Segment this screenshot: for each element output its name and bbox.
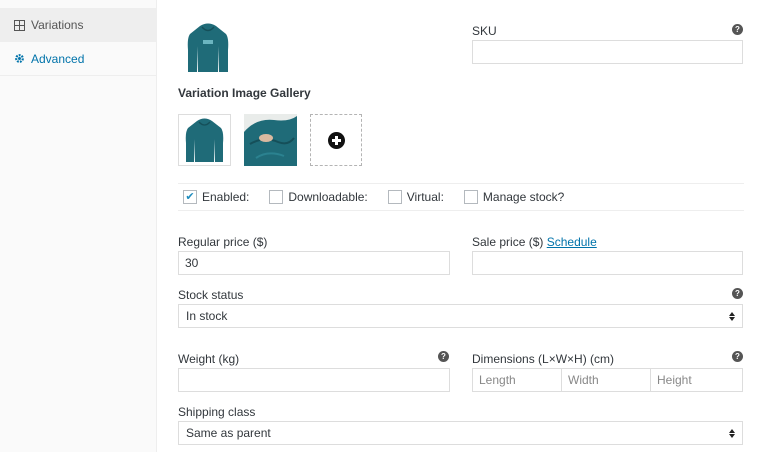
- grid-icon: [13, 19, 25, 31]
- sku-label: SKU: [472, 24, 497, 38]
- regular-price-label: Regular price ($): [178, 235, 268, 249]
- enabled-label: Enabled:: [202, 190, 250, 204]
- enabled-checkbox[interactable]: [183, 190, 197, 204]
- virtual-label: Virtual:: [406, 190, 444, 204]
- weight-label: Weight (kg): [178, 352, 240, 366]
- gear-icon: [13, 53, 25, 65]
- sale-price-label-group: Sale price ($) Schedule: [472, 235, 597, 249]
- stock-status-label: Stock status: [178, 288, 244, 302]
- downloadable-checkbox[interactable]: [269, 190, 284, 204]
- weight-input[interactable]: [178, 368, 450, 392]
- gallery-image-hoodie-front[interactable]: [178, 114, 231, 166]
- sku-input[interactable]: [472, 40, 743, 64]
- height-input[interactable]: [650, 368, 743, 392]
- manage-stock-checkbox[interactable]: [463, 190, 478, 204]
- sku-help-icon[interactable]: ?: [732, 24, 743, 35]
- variation-image[interactable]: [183, 20, 233, 76]
- dimensions-help-icon[interactable]: ?: [732, 351, 743, 362]
- tab-advanced-label: Advanced: [31, 51, 85, 66]
- stock-status-value: In stock: [186, 309, 228, 323]
- schedule-link[interactable]: Schedule: [547, 235, 597, 249]
- width-input[interactable]: [561, 368, 651, 392]
- length-input[interactable]: [472, 368, 562, 392]
- stock-status-help-icon[interactable]: ?: [732, 288, 743, 299]
- downloadable-option[interactable]: Downloadable:: [269, 190, 368, 204]
- shipping-class-select[interactable]: Same as parent: [178, 421, 743, 445]
- downloadable-label: Downloadable:: [288, 190, 368, 204]
- tab-advanced[interactable]: Advanced: [0, 42, 156, 76]
- virtual-checkbox[interactable]: [387, 190, 402, 204]
- add-gallery-image-button[interactable]: [310, 114, 362, 166]
- stock-status-select[interactable]: In stock: [178, 304, 743, 328]
- tab-variations-label: Variations: [31, 18, 84, 32]
- gallery-image-hoodie-detail[interactable]: [244, 114, 297, 166]
- select-arrows-icon: [729, 311, 735, 321]
- divider-top: [178, 183, 744, 184]
- shipping-class-label: Shipping class: [178, 405, 256, 419]
- regular-price-input[interactable]: [178, 251, 450, 275]
- product-data-tabs: Variations Advanced: [0, 0, 157, 452]
- manage-stock-option[interactable]: Manage stock?: [463, 190, 565, 204]
- dimensions-label: Dimensions (L×W×H) (cm): [472, 352, 615, 366]
- weight-help-icon[interactable]: ?: [438, 351, 449, 362]
- variation-panel: SKU ? Variation Image Gallery Enabled:: [157, 0, 769, 452]
- sale-price-input[interactable]: [472, 251, 743, 275]
- select-arrows-icon: [729, 428, 735, 438]
- plus-circle-icon: [327, 131, 345, 149]
- sale-price-label: Sale price ($): [472, 235, 544, 249]
- divider-bottom: [178, 210, 744, 211]
- shipping-class-value: Same as parent: [186, 426, 271, 440]
- variation-options-row: Enabled: Downloadable: Virtual: Manage s…: [183, 189, 564, 205]
- virtual-option[interactable]: Virtual:: [387, 190, 444, 204]
- tab-variations[interactable]: Variations: [0, 8, 156, 42]
- manage-stock-label: Manage stock?: [482, 190, 565, 204]
- gallery-title: Variation Image Gallery: [178, 86, 311, 100]
- enabled-option[interactable]: Enabled:: [183, 190, 249, 204]
